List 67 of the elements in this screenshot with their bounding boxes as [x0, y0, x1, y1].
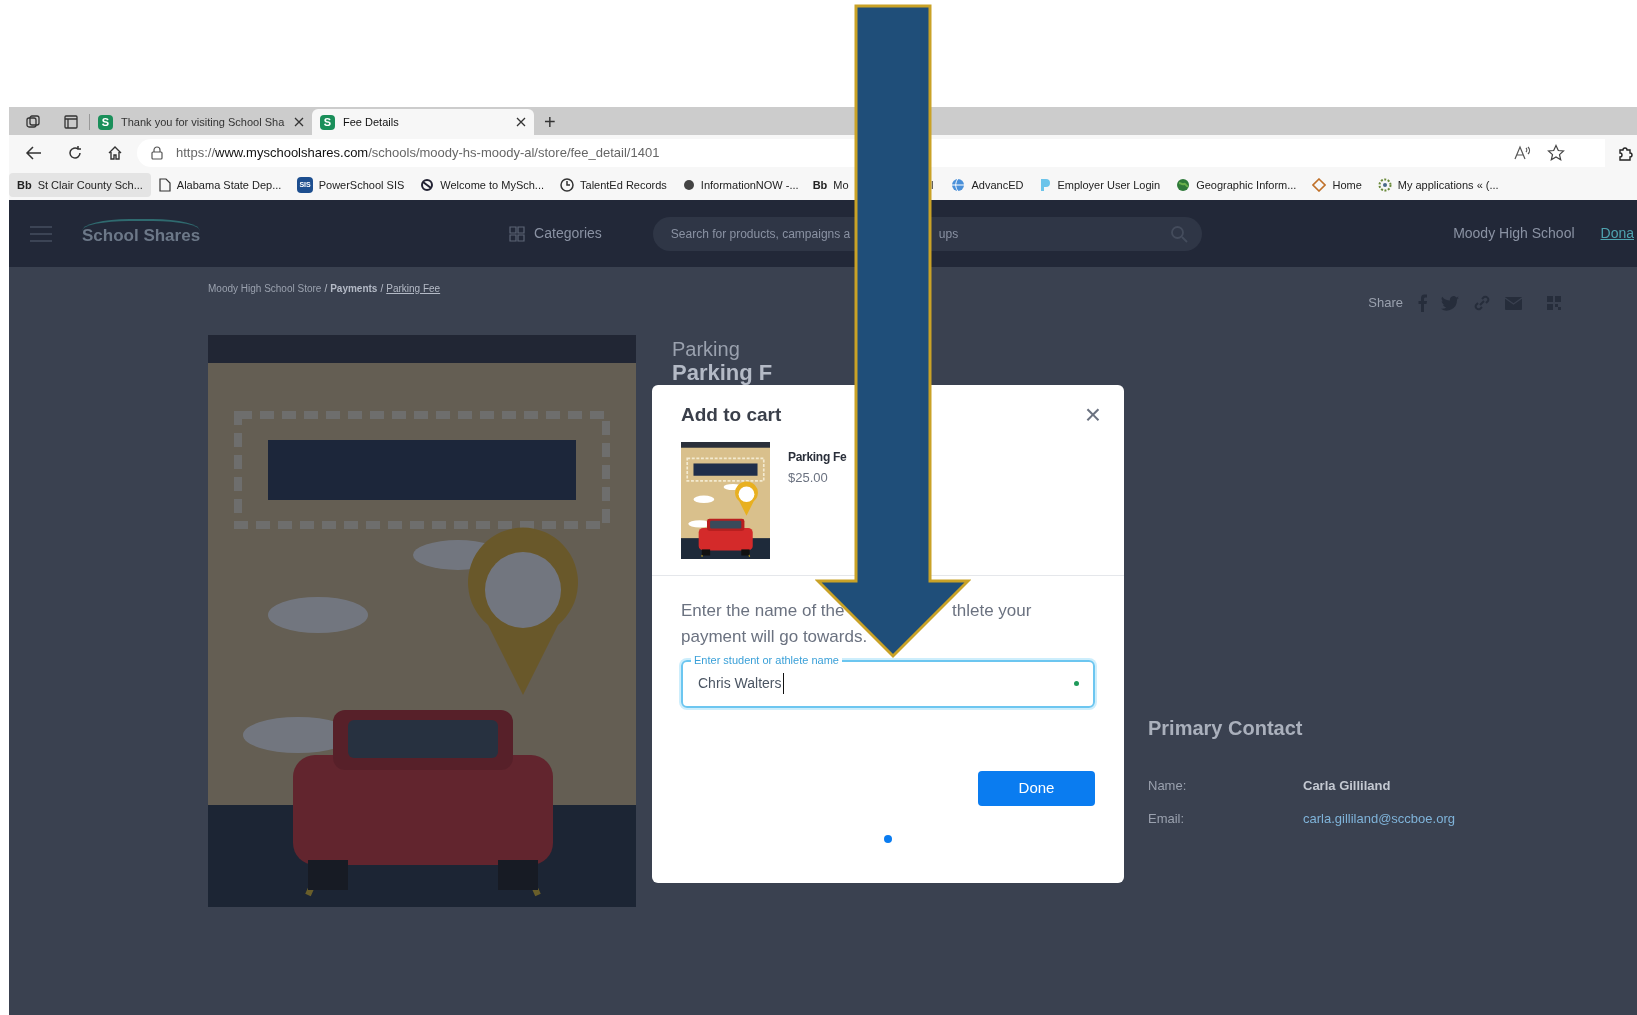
p-logo-icon — [1039, 178, 1052, 192]
categories-menu[interactable]: Categories — [534, 223, 602, 244]
url-text: https://www.myschoolshares.com/schools/moody-hs-moody-al/store/fee_detail/1401 — [176, 143, 660, 162]
bookmark-item[interactable]: My applications « (... — [1369, 173, 1507, 197]
browser-tab[interactable]: S Fee Details — [312, 109, 534, 135]
home-icon[interactable] — [107, 144, 123, 161]
diamond-icon — [1312, 178, 1327, 192]
close-icon[interactable] — [516, 117, 526, 127]
bookmark-item[interactable]: AdvancED — [943, 173, 1032, 197]
bookmark-item[interactable]: InformationNOW -... — [674, 173, 807, 197]
contact-label: Email: — [1148, 809, 1186, 828]
dialog-title: Add to cart — [681, 403, 783, 427]
breadcrumb-link[interactable]: Parking Fee — [386, 280, 441, 296]
breadcrumb-separator: / — [324, 281, 328, 296]
browser-tab[interactable]: S Thank you for visiting School Sha — [90, 109, 312, 135]
earth-icon — [1176, 178, 1191, 192]
tab-title: Thank you for visiting School Sha — [121, 114, 286, 130]
globe-icon — [951, 178, 966, 192]
favorite-star-icon[interactable] — [1547, 143, 1565, 162]
bookmark-item[interactable]: TalentEd Records — [552, 173, 675, 197]
contact-heading: Primary Contact — [1148, 716, 1304, 741]
bookmark-item[interactable]: Employer User Login — [1031, 173, 1169, 197]
bb-icon: Bb — [17, 176, 32, 194]
bb-icon: Bb — [812, 176, 828, 194]
item-name: Parking Fe — [788, 448, 847, 466]
close-button[interactable]: × — [1084, 401, 1101, 429]
bookmark-item[interactable]: Geographic Inform... — [1168, 173, 1305, 197]
clock-icon — [560, 178, 574, 192]
breadcrumb-separator: / — [380, 281, 384, 296]
bookmark-item[interactable]: Bb Mo — [806, 173, 851, 197]
bookmark-item[interactable]: Bb St Clair County Sch... — [9, 173, 151, 197]
gear-icon — [1377, 178, 1392, 192]
product-title: Parking F — [672, 361, 773, 385]
tab-title: Fee Details — [343, 114, 400, 130]
tab-actions-icon[interactable] — [63, 114, 79, 130]
breadcrumb-link[interactable]: Moody High School Store — [208, 280, 322, 296]
school-name[interactable]: Moody High School — [1453, 223, 1575, 244]
breadcrumb-link[interactable]: Payments — [330, 280, 378, 296]
bookmark-item[interactable]: Alabama State Dep... — [150, 173, 290, 197]
contact-value: Carla Gilliland — [1303, 777, 1391, 795]
close-icon[interactable] — [294, 117, 304, 127]
extensions-icon[interactable] — [1617, 144, 1633, 161]
contact-email-link[interactable]: carla.gilliland@sccboe.org — [1303, 808, 1455, 828]
contact-label: Name: — [1148, 777, 1188, 795]
grid-icon — [509, 225, 526, 242]
page-icon — [158, 178, 171, 192]
read-aloud-icon[interactable] — [1513, 144, 1531, 161]
new-tab-button[interactable]: + — [540, 111, 560, 133]
back-icon[interactable] — [25, 144, 43, 161]
product-category: Parking — [672, 337, 741, 361]
donate-link[interactable]: Dona — [1600, 223, 1634, 244]
share-label: Share — [1368, 294, 1403, 313]
item-price: $25.00 — [788, 468, 829, 487]
done-button[interactable]: Done — [978, 770, 1095, 806]
circle-icon — [682, 179, 695, 191]
tab-favicon: S — [320, 114, 335, 130]
bookmark-item[interactable]: Home — [1304, 173, 1370, 197]
prompt-text: payment will go towards. — [681, 625, 868, 648]
bookmark-item[interactable]: Welcome to MySch... — [412, 173, 552, 197]
workspaces-icon[interactable] — [25, 114, 41, 130]
prompt-text: thlete your — [952, 599, 1032, 622]
tab-favicon: S — [98, 114, 113, 130]
address-bar[interactable]: https://www.myschoolshares.com/schools/moody-hs-moody-al/store/fee_detail/1401 — [137, 138, 1605, 167]
lock-icon — [151, 145, 163, 160]
status-dot-icon — [1074, 681, 1079, 686]
reload-icon[interactable] — [67, 144, 83, 161]
prompt-text: Enter the name of the — [681, 599, 846, 622]
